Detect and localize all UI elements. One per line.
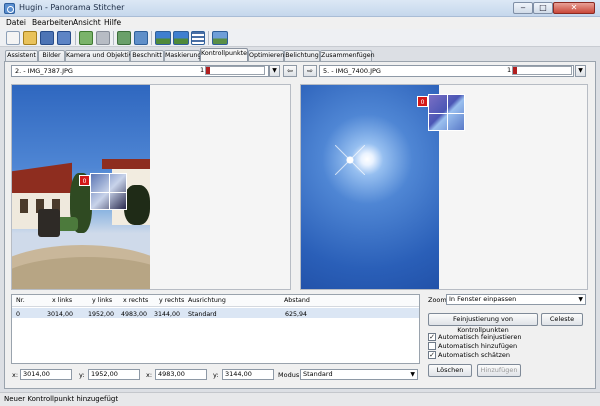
col-header-nr[interactable]: Nr.	[16, 297, 25, 304]
celeste-button[interactable]: Celeste	[541, 313, 583, 326]
col-header-abstand[interactable]: Abstand	[284, 297, 310, 304]
tab-belichtung[interactable]: Belichtung	[284, 50, 320, 61]
col-header-ausrichtung[interactable]: Ausrichtung	[188, 297, 226, 304]
tab-beschnitt[interactable]: Beschnitt	[130, 50, 164, 61]
toolbar-separator	[151, 31, 152, 45]
cell-y-rechts: 3144,00	[154, 311, 181, 318]
cell-ausrichtung: Standard	[188, 311, 217, 318]
status-text: Neuer Kontrollpunkt hinzugefügt	[4, 395, 119, 403]
fast-preview-icon[interactable]	[173, 31, 189, 45]
left-cp-loupe	[90, 173, 127, 210]
tab-optimieren[interactable]: Optimieren	[248, 50, 284, 61]
x-left-input[interactable]: 3014,00	[20, 369, 72, 380]
fine-tune-button[interactable]: Feinjustierung von Kontrollpunkten	[428, 313, 538, 334]
right-cp-bar	[512, 66, 572, 75]
right-image-label: 5. - IMG_7400.JPG	[323, 67, 381, 75]
new-project-icon[interactable]	[6, 31, 20, 45]
gl-preview-icon[interactable]	[212, 31, 228, 45]
tab-zusammenfuegen[interactable]: Zusammenfügen	[320, 50, 375, 61]
cell-y-links: 1952,00	[88, 311, 115, 318]
cell-abstand: 625,94	[285, 311, 308, 318]
y-right-label: y:	[213, 371, 219, 379]
zoom-select[interactable]: In Fenster einpassen ▼	[446, 294, 586, 305]
right-swap-button[interactable]: ⇨	[303, 65, 317, 77]
delete-button[interactable]: Löschen	[428, 364, 472, 377]
maximize-button[interactable]: □	[533, 2, 553, 14]
cell-x-rechts: 4983,00	[121, 311, 148, 318]
auto-add-checkbox[interactable]	[428, 342, 436, 350]
left-swap-button[interactable]: ⇦	[283, 65, 297, 77]
add-button[interactable]: Hinzufügen	[477, 364, 521, 377]
y-right-input[interactable]: 3144,00	[222, 369, 274, 380]
tab-assistent[interactable]: Assistent	[5, 50, 38, 61]
left-image-pane[interactable]	[11, 84, 291, 290]
right-select-arrow[interactable]: ▼	[575, 65, 586, 77]
close-button[interactable]: ✕	[553, 2, 595, 14]
col-header-x-links[interactable]: x links	[52, 297, 72, 304]
align-icon[interactable]	[134, 31, 148, 45]
auto-estimate-label: Automatisch schätzen	[438, 351, 511, 359]
auto-finetune-label: Automatisch feinjustieren	[438, 333, 522, 341]
mode-value: Standard	[303, 370, 333, 378]
tab-kontrollpunkte[interactable]: Kontrollpunkte	[200, 48, 248, 61]
menu-hilfe[interactable]: Hilfe	[104, 18, 121, 27]
left-image-label: 2. - IMG_7387.JPG	[15, 67, 73, 75]
menu-ansicht[interactable]: Ansicht	[73, 18, 101, 27]
minimize-button[interactable]: ‒	[513, 2, 533, 14]
save-icon[interactable]	[40, 31, 54, 45]
x-right-label: x:	[146, 371, 153, 379]
undo-icon[interactable]	[79, 31, 93, 45]
mode-label: Modus:	[278, 371, 302, 379]
cell-x-links: 3014,00	[47, 311, 74, 318]
col-header-y-links[interactable]: y links	[92, 297, 112, 304]
right-control-point-marker[interactable]: 0	[417, 96, 428, 107]
open-icon[interactable]	[23, 31, 37, 45]
add-images-icon[interactable]	[117, 31, 131, 45]
preview-icon[interactable]	[155, 31, 171, 45]
toolbar-separator	[113, 31, 114, 45]
cell-nr: 0	[16, 311, 21, 318]
y-left-label: y:	[79, 371, 85, 379]
redo-icon[interactable]	[96, 31, 110, 45]
toolbar-separator	[208, 31, 209, 45]
auto-estimate-checkbox[interactable]: ✓	[428, 351, 436, 359]
window-title: Hugin - Panorama Stitcher	[19, 3, 125, 12]
left-cp-bar	[205, 66, 265, 75]
toolbar-separator	[75, 31, 76, 45]
left-cp-count: 1	[200, 66, 205, 74]
left-control-point-marker[interactable]: 0	[79, 175, 90, 186]
left-panorama-photo[interactable]	[12, 85, 150, 289]
mode-select[interactable]: Standard ▼	[300, 369, 418, 380]
right-panorama-photo[interactable]	[301, 85, 439, 289]
auto-finetune-checkbox[interactable]: ✓	[428, 333, 436, 341]
x-left-label: x:	[12, 371, 19, 379]
save-as-icon[interactable]	[57, 31, 71, 45]
left-select-arrow[interactable]: ▼	[269, 65, 280, 77]
col-header-x-rechts[interactable]: x rechts	[123, 297, 148, 304]
y-left-input[interactable]: 1952,00	[88, 369, 140, 380]
tab-bilder[interactable]: Bilder	[38, 50, 65, 61]
right-cp-loupe	[428, 94, 465, 131]
menu-bearbeiten[interactable]: Bearbeiten	[32, 18, 73, 27]
right-cp-count: 1	[507, 66, 512, 74]
col-header-y-rechts[interactable]: y rechts	[159, 297, 184, 304]
zoom-value: In Fenster einpassen	[449, 295, 517, 303]
menu-datei[interactable]: Datei	[6, 18, 26, 27]
control-point-table: Nr. x links y links x rechts y rechts Au…	[11, 294, 420, 364]
image-list-icon[interactable]	[191, 31, 205, 45]
auto-add-label: Automatisch hinzufügen	[438, 342, 518, 350]
tab-kamera-objektiv[interactable]: Kamera und Objektiv	[65, 50, 132, 61]
x-right-input[interactable]: 4983,00	[155, 369, 207, 380]
tab-maskierung[interactable]: Maskierung	[164, 50, 201, 61]
hugin-app-icon	[4, 3, 15, 14]
